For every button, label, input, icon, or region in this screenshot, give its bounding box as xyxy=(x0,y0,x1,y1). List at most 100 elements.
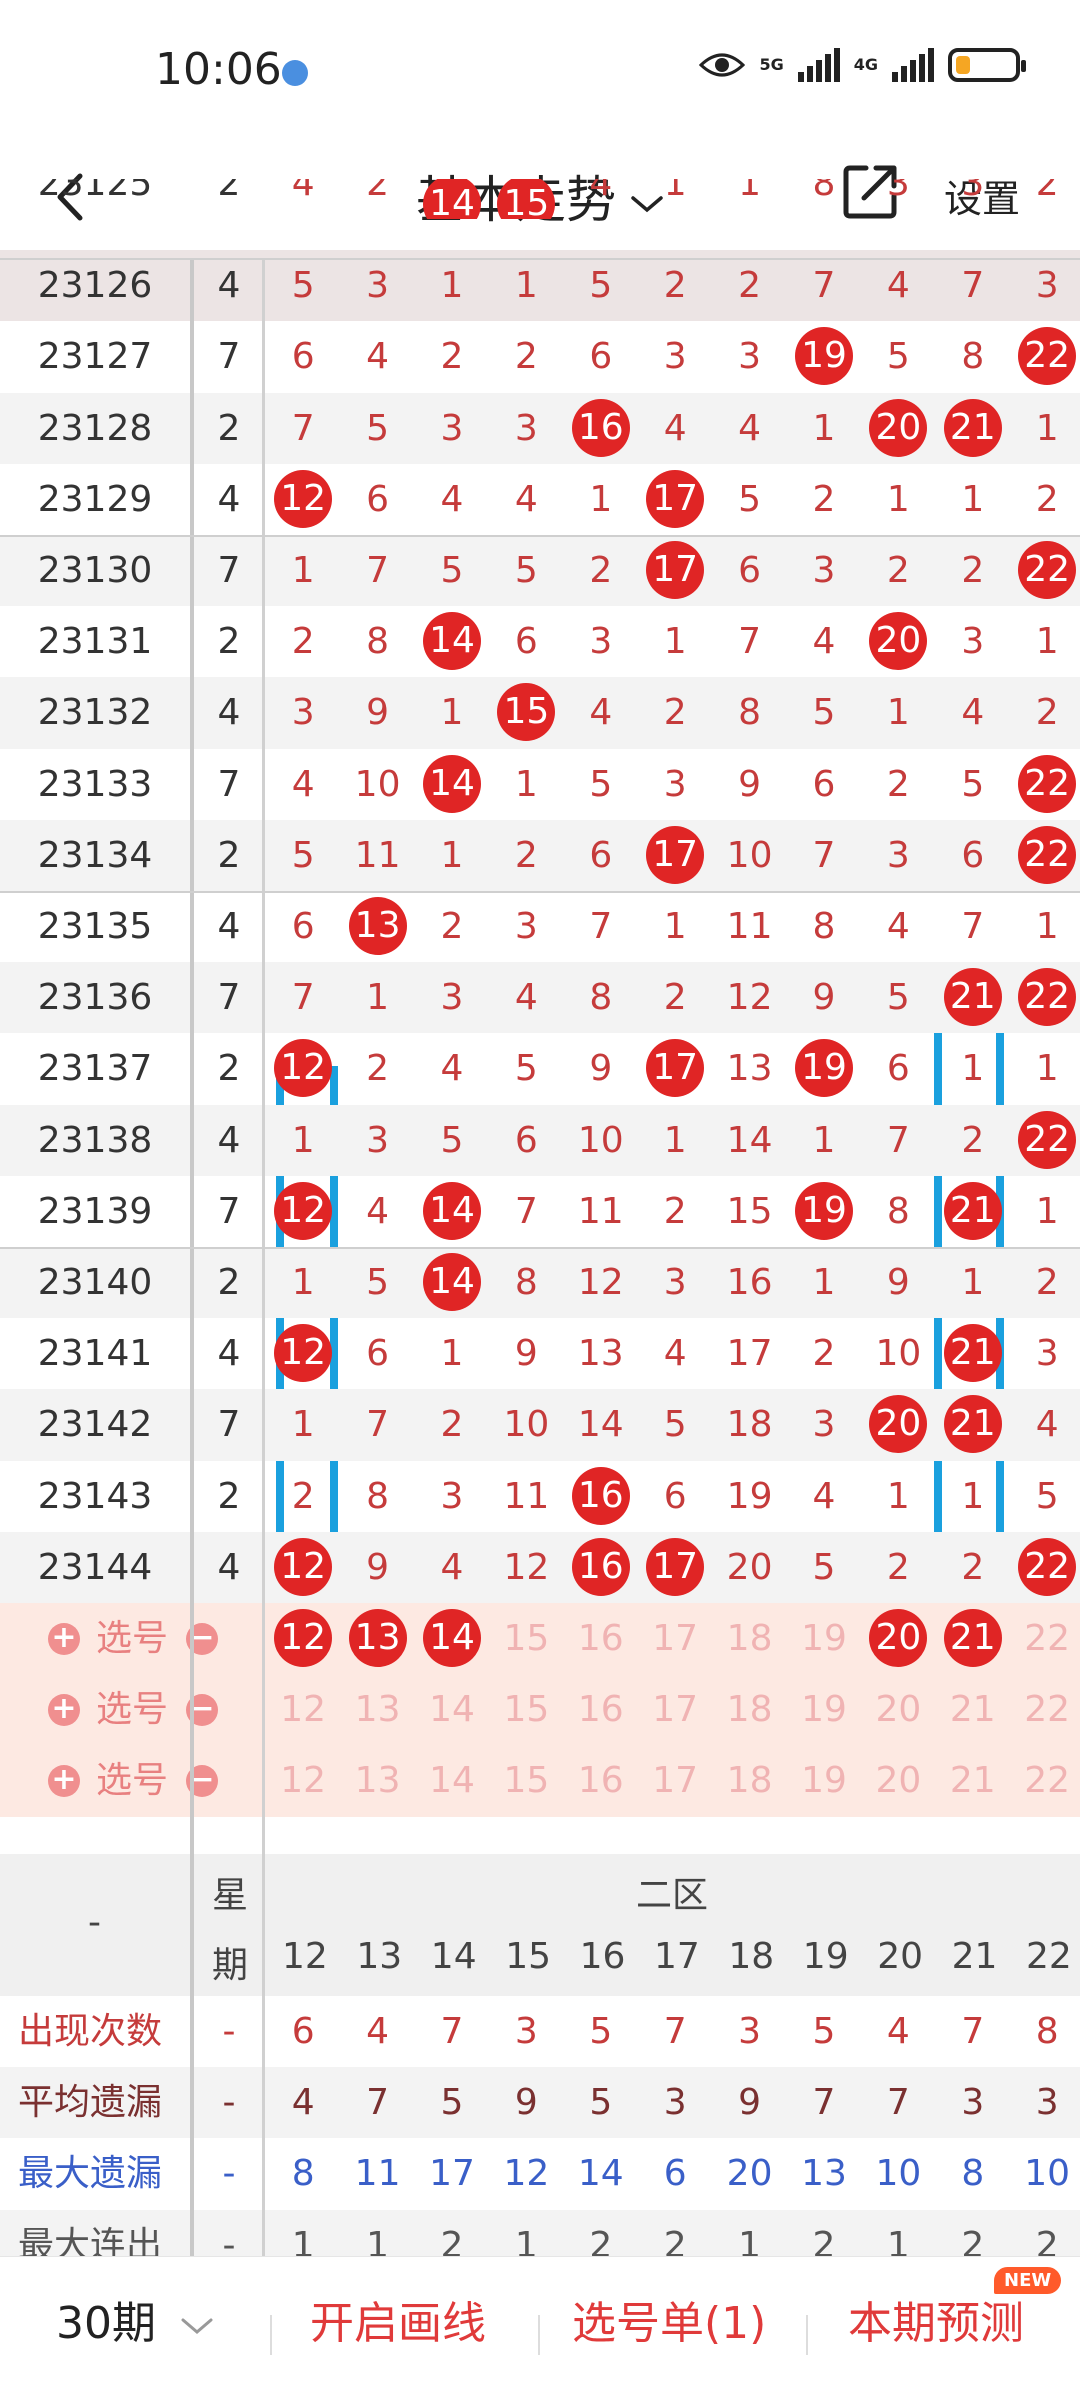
picker-number[interactable]: 13 xyxy=(340,1603,414,1674)
number-cell: 9 xyxy=(886,1262,910,1303)
issue-number: 23129 xyxy=(37,478,153,520)
picker-number[interactable]: 17 xyxy=(638,1745,712,1816)
draw-line-button[interactable]: 开启画线 xyxy=(310,2287,486,2351)
picker-number[interactable]: 12 xyxy=(266,1745,340,1816)
number-cell: 8 xyxy=(366,621,390,663)
issue-number: 23141 xyxy=(37,1333,153,1375)
picker-number[interactable]: 19 xyxy=(787,1745,861,1816)
selected-ball[interactable]: 21 xyxy=(943,1609,1002,1667)
picker-number[interactable]: 20 xyxy=(861,1603,935,1674)
picker-number[interactable]: 16 xyxy=(564,1674,638,1745)
prediction-button[interactable]: 本期预测 xyxy=(848,2287,1024,2351)
picker-number[interactable]: 14 xyxy=(415,1745,489,1816)
number-cell: 2 xyxy=(738,265,762,307)
hit-ball: 21 xyxy=(943,1181,1002,1240)
hit-ball: 20 xyxy=(869,612,928,671)
number-cell: 1 xyxy=(291,550,315,591)
picker-number[interactable]: 19 xyxy=(787,1674,861,1745)
table-row: 23126 4 5 3 1 1 5 2 2 7 4 7 3 xyxy=(0,250,1080,322)
number-cell: 6 xyxy=(589,336,613,378)
table-row: 23135 4 6 13 2 3 7 1 11 8 4 7 1 xyxy=(0,891,1080,962)
picker-number[interactable]: 13 xyxy=(340,1745,414,1816)
picker-number[interactable]: 14 xyxy=(415,1674,489,1745)
picker-number[interactable]: 14 xyxy=(415,1603,489,1674)
weekday-value: 4 xyxy=(217,265,241,307)
number-cell: 17 xyxy=(726,1333,773,1375)
picker-number[interactable]: 19 xyxy=(787,1603,861,1674)
number-cell: 9 xyxy=(366,692,390,734)
number-cell: 7 xyxy=(961,265,985,307)
number-cell: 7 xyxy=(886,1119,910,1161)
number-cell: 2 xyxy=(366,179,390,204)
picker-number[interactable]: 12 xyxy=(266,1603,340,1674)
picker-number[interactable]: 21 xyxy=(936,1674,1010,1745)
picker-number[interactable]: 22 xyxy=(1010,1603,1080,1674)
number-cell: 20 xyxy=(861,1389,935,1460)
table-row: 23130 7 1 7 5 5 2 17 6 3 2 2 22 xyxy=(0,535,1080,607)
table-row: 23143 2 2 8 3 11 16 6 19 4 1 1 5 xyxy=(0,1461,1080,1532)
number-cell: 5 xyxy=(366,407,390,449)
selected-ball[interactable]: 12 xyxy=(274,1609,333,1667)
number-cell: 7 xyxy=(738,621,762,663)
hit-ball: 22 xyxy=(1018,825,1077,884)
picker-number[interactable]: 17 xyxy=(638,1674,712,1745)
issue-number: 23144 xyxy=(37,1546,153,1588)
picker-number[interactable]: 20 xyxy=(861,1674,935,1745)
number-cell: 21 xyxy=(936,962,1010,1033)
picker-number[interactable]: 18 xyxy=(712,1674,786,1745)
number-cell: 1 xyxy=(291,1119,315,1161)
issue-number: 23135 xyxy=(37,906,153,947)
picker-number[interactable]: 22 xyxy=(1010,1674,1080,1745)
number-cell: 1 xyxy=(886,692,910,734)
number-cell: 12 xyxy=(503,1546,550,1588)
number-cell: 1 xyxy=(886,478,910,520)
selected-ball[interactable]: 13 xyxy=(348,1609,407,1667)
number-cell: 4 xyxy=(1035,1404,1059,1446)
number-cell: 21 xyxy=(936,1176,1010,1247)
picker-number[interactable]: 18 xyxy=(712,1603,786,1674)
picker-number[interactable]: 12 xyxy=(266,1674,340,1745)
picker-number[interactable]: 18 xyxy=(712,1745,786,1816)
number-cell: 1 xyxy=(663,179,687,204)
hit-ball: 13 xyxy=(348,897,407,955)
picker-number[interactable]: 20 xyxy=(861,1745,935,1816)
selected-ball[interactable]: 20 xyxy=(869,1609,928,1667)
hit-ball: 22 xyxy=(1018,541,1077,599)
issue-number: 23128 xyxy=(37,407,153,449)
picker-number[interactable]: 15 xyxy=(489,1674,563,1745)
picker-label: 选号 xyxy=(96,1618,169,1659)
number-list-button[interactable]: 选号单(1) xyxy=(572,2287,766,2351)
issue-number: 23133 xyxy=(37,763,153,805)
number-cell: 1 xyxy=(1035,621,1059,663)
number-cell: 1 xyxy=(440,1333,464,1375)
number-cell: 14 xyxy=(415,749,489,820)
picker-number[interactable]: 21 xyxy=(936,1603,1010,1674)
picker-number[interactable]: 15 xyxy=(489,1603,563,1674)
number-cell: 8 xyxy=(738,692,762,734)
number-cell: 6 xyxy=(738,550,762,591)
picker-number[interactable]: 21 xyxy=(936,1745,1010,1816)
weekday-value: 2 xyxy=(217,834,241,876)
weekday-value: 7 xyxy=(217,1190,241,1232)
number-cell: 8 xyxy=(366,1475,390,1517)
hit-ball: 17 xyxy=(646,1039,705,1098)
issue-number: 23138 xyxy=(37,1119,153,1161)
add-icon[interactable]: + xyxy=(48,1623,80,1655)
period-selector[interactable]: 30期 xyxy=(56,2287,214,2351)
add-icon[interactable]: + xyxy=(48,1765,80,1798)
picker-number[interactable]: 16 xyxy=(564,1603,638,1674)
weekday-value: 7 xyxy=(217,763,241,805)
selected-ball[interactable]: 14 xyxy=(422,1609,481,1667)
picker-number[interactable]: 13 xyxy=(340,1674,414,1745)
picker-number[interactable]: 22 xyxy=(1010,1745,1080,1816)
number-cell: 4 xyxy=(440,1048,464,1090)
picker-number[interactable]: 17 xyxy=(638,1603,712,1674)
picker-number[interactable]: 15 xyxy=(489,1745,563,1816)
number-cell: 5 xyxy=(291,265,315,307)
add-icon[interactable]: + xyxy=(48,1694,80,1727)
number-cell: 3 xyxy=(589,621,613,663)
hit-ball: 17 xyxy=(646,825,705,884)
hit-ball: 16 xyxy=(571,1466,630,1525)
number-cell: 5 xyxy=(291,834,315,876)
picker-number[interactable]: 16 xyxy=(564,1745,638,1816)
